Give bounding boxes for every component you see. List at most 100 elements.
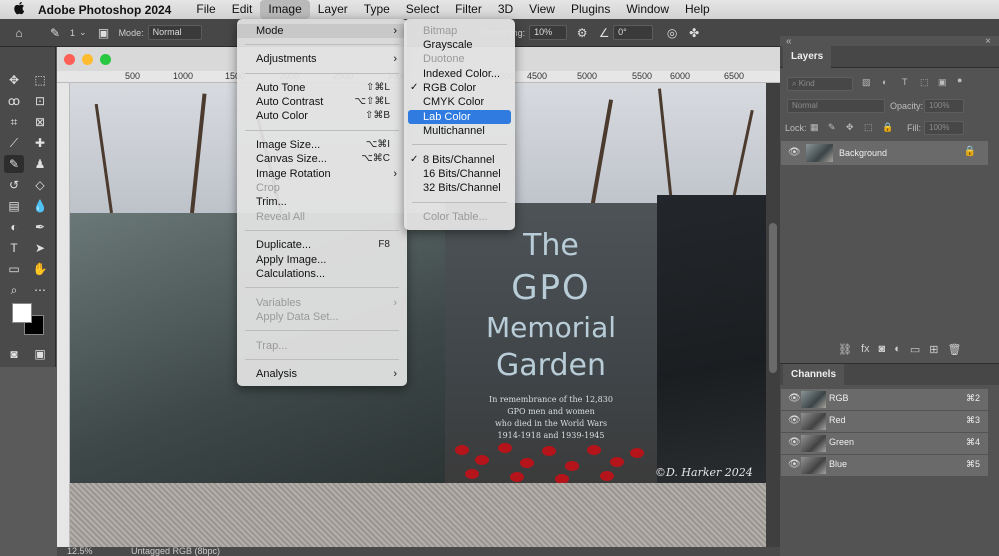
eraser-tool-icon[interactable]: ◇ (30, 176, 50, 194)
eyedropper-tool-icon[interactable]: ⟋ (4, 134, 24, 152)
lock-all-icon[interactable]: 🔒 (882, 122, 893, 133)
trash-icon[interactable]: 🗑 (947, 343, 961, 356)
mode-item-multichannel[interactable]: Multichannel (408, 124, 511, 138)
path-select-tool-icon[interactable]: ➤ (30, 239, 50, 257)
menu-item-image-size[interactable]: Image Size... ⌥⌘I (237, 138, 407, 152)
gear-icon[interactable]: ⚙ (575, 26, 589, 40)
dodge-tool-icon[interactable]: ◐ (4, 218, 24, 236)
filter-adjustment-icon[interactable]: ◐ (882, 77, 887, 87)
tab-channels[interactable]: Channels (783, 364, 845, 386)
visibility-eye-icon[interactable]: 👁 (788, 147, 801, 158)
filter-type-icon[interactable]: T (902, 77, 908, 87)
channel-row-blue[interactable]: 👁 Blue ⌘5 (781, 455, 988, 476)
home-icon[interactable]: ⌂ (12, 26, 26, 40)
smoothing-select[interactable]: 10% (529, 25, 568, 40)
lock-pixels-icon[interactable]: ✎ (828, 122, 836, 133)
crop-tool-icon[interactable]: ⌗ (4, 113, 24, 131)
menu-view[interactable]: View (521, 0, 563, 19)
menu-item-auto-contrast[interactable]: Auto Contrast ⌥⇧⌘L (237, 95, 407, 109)
channel-row-rgb[interactable]: 👁 RGB ⌘2 (781, 389, 988, 410)
channel-row-red[interactable]: 👁 Red ⌘3 (781, 411, 988, 432)
new-layer-icon[interactable]: ⊞ (929, 343, 938, 356)
menu-item-apply-image[interactable]: Apply Image... (237, 253, 407, 267)
mode-item-8-bits[interactable]: ✓ 8 Bits/Channel (408, 153, 511, 167)
zoom-tool-icon[interactable]: ⌕ (4, 281, 24, 299)
foreground-color-swatch[interactable] (12, 303, 32, 323)
brush-tool-icon[interactable]: ✎ (4, 155, 24, 173)
link-layers-icon[interactable]: ⛓ (838, 343, 852, 356)
filter-shape-icon[interactable]: ⬚ (920, 77, 929, 88)
menu-item-image-rotation[interactable]: Image Rotation › (237, 167, 407, 181)
mode-item-lab-color[interactable]: Lab Color (408, 110, 511, 124)
hand-tool-icon[interactable]: ✋ (30, 260, 50, 278)
close-window-button[interactable] (64, 53, 75, 65)
mode-item-indexed-color[interactable]: Indexed Color... (408, 67, 511, 81)
filter-pixel-icon[interactable]: ▨ (862, 77, 871, 88)
screen-mode-icon[interactable]: ▣ (30, 345, 50, 363)
channel-row-green[interactable]: 👁 Green ⌘4 (781, 433, 988, 454)
move-tool-icon[interactable]: ✥ (4, 71, 24, 89)
stamp-tool-icon[interactable]: ♟ (30, 155, 50, 173)
visibility-eye-icon[interactable]: 👁 (788, 415, 801, 426)
opacity-input[interactable]: 100% (924, 99, 964, 113)
add-mask-icon[interactable]: ◙ (879, 343, 886, 356)
menu-image[interactable]: Image (260, 0, 310, 19)
menu-plugins[interactable]: Plugins (563, 0, 618, 19)
layer-kind-filter[interactable]: ⌕ Kind (787, 77, 853, 91)
pen-tool-icon[interactable]: ✒ (30, 218, 50, 236)
history-brush-tool-icon[interactable]: ↺ (4, 176, 24, 194)
lock-transparency-icon[interactable]: ▦ (810, 122, 819, 133)
lock-position-icon[interactable]: ✥ (846, 122, 854, 133)
layer-name[interactable]: Background (839, 148, 887, 158)
menu-item-adjustments[interactable]: Adjustments › (237, 52, 407, 66)
quick-select-tool-icon[interactable]: ⊡ (30, 92, 50, 110)
menu-item-auto-color[interactable]: Auto Color ⇧⌘B (237, 109, 407, 123)
type-tool-icon[interactable]: T (4, 239, 24, 257)
apple-logo-icon[interactable] (0, 1, 38, 18)
filter-toggle-icon[interactable]: ● (957, 75, 962, 85)
filter-smart-object-icon[interactable]: ▣ (938, 77, 947, 88)
visibility-eye-icon[interactable]: 👁 (788, 437, 801, 448)
zoom-window-button[interactable] (100, 53, 111, 65)
lasso-tool-icon[interactable]: ꝏ (4, 92, 24, 110)
frame-tool-icon[interactable]: ⊠ (30, 113, 50, 131)
menu-item-trim[interactable]: Trim... (237, 195, 407, 209)
blend-mode-select[interactable]: Normal (787, 99, 885, 113)
mode-item-grayscale[interactable]: Grayscale (408, 38, 511, 52)
tab-layers[interactable]: Layers (783, 46, 832, 68)
mode-item-rgb-color[interactable]: ✓ RGB Color (408, 81, 511, 95)
pressure-icon[interactable]: ◎ (665, 26, 679, 40)
layer-row-background[interactable]: 👁 Background 🔒 (781, 141, 988, 165)
brush-icon[interactable]: ✎ (48, 26, 62, 40)
menu-item-analysis[interactable]: Analysis › (237, 367, 407, 381)
menu-item-duplicate[interactable]: Duplicate... F8 (237, 238, 407, 252)
zoom-level[interactable]: 12.5% (67, 546, 93, 556)
new-group-icon[interactable]: ▭ (910, 343, 920, 356)
menu-filter[interactable]: Filter (447, 0, 490, 19)
mode-item-32-bits[interactable]: 32 Bits/Channel (408, 181, 511, 195)
menu-file[interactable]: File (188, 0, 223, 19)
app-name[interactable]: Adobe Photoshop 2024 (38, 3, 171, 17)
healing-tool-icon[interactable]: ✚ (30, 134, 50, 152)
mode-item-16-bits[interactable]: 16 Bits/Channel (408, 167, 511, 181)
mode-select[interactable]: Normal (147, 25, 202, 40)
marquee-tool-icon[interactable]: ⬚ (30, 71, 50, 89)
symmetry-icon[interactable]: ✤ (687, 26, 701, 40)
more-tools-icon[interactable]: ⋯ (30, 281, 50, 299)
adjustment-layer-icon[interactable]: ◐ (894, 343, 901, 356)
gradient-tool-icon[interactable]: ▤ (4, 197, 24, 215)
menu-edit[interactable]: Edit (224, 0, 261, 19)
vertical-scrollbar[interactable] (766, 83, 780, 547)
brush-settings-icon[interactable]: ▣ (97, 26, 111, 40)
angle-input[interactable]: 0° (613, 25, 654, 40)
scroll-thumb[interactable] (769, 223, 777, 373)
fx-icon[interactable]: fx (861, 343, 870, 356)
menu-select[interactable]: Select (398, 0, 447, 19)
quick-mask-icon[interactable]: ◙ (4, 345, 24, 363)
menu-window[interactable]: Window (618, 0, 677, 19)
menu-3d[interactable]: 3D (490, 0, 521, 19)
menu-type[interactable]: Type (356, 0, 398, 19)
menu-layer[interactable]: Layer (310, 0, 356, 19)
blur-tool-icon[interactable]: 💧 (30, 197, 50, 215)
minimize-window-button[interactable] (82, 53, 93, 65)
